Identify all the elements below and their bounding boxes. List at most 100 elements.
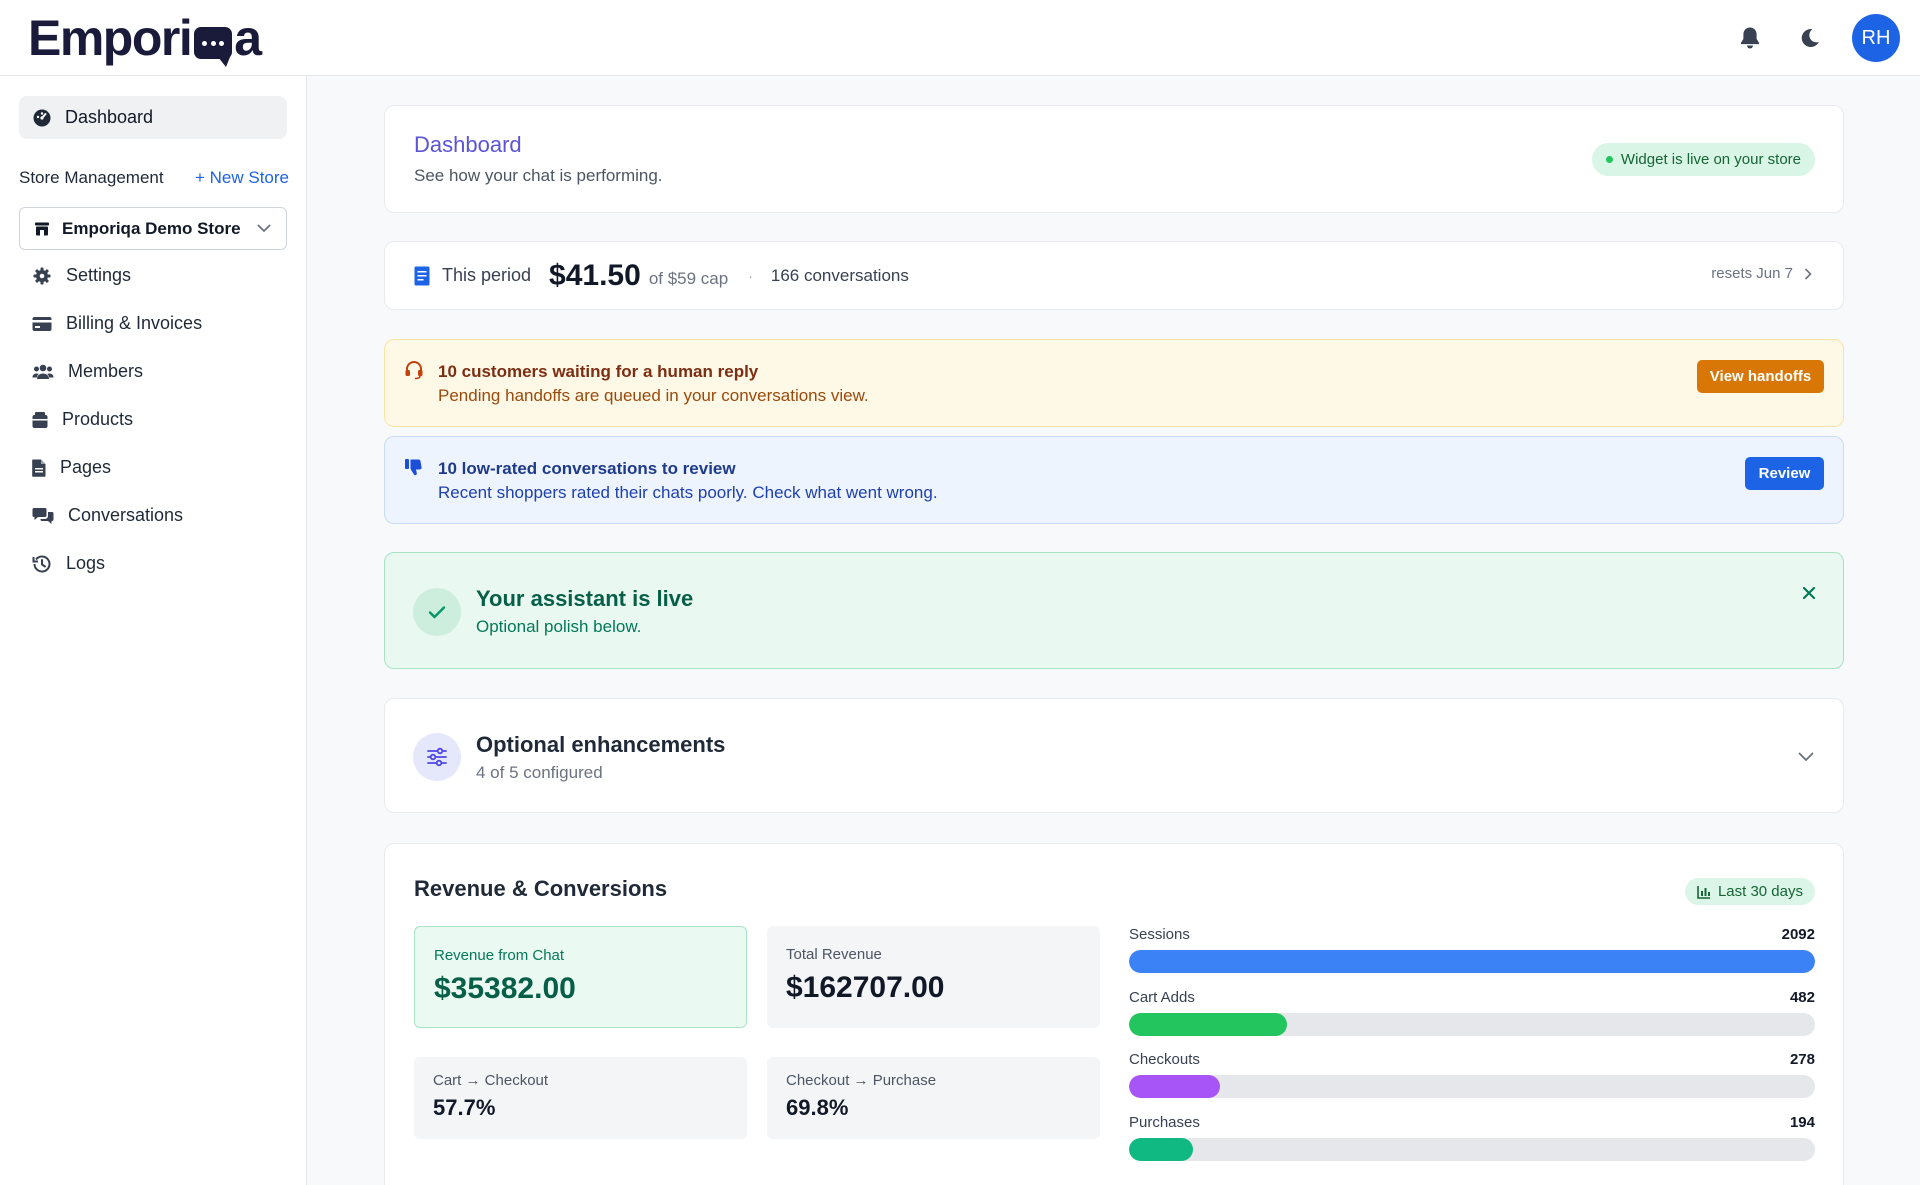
sidebar-item-label: Dashboard: [65, 107, 154, 127]
alert-text: Recent shoppers rated their chats poorly…: [438, 483, 938, 502]
logo-text-left: Empori: [28, 10, 193, 66]
period-amount: $41.50: [549, 258, 641, 292]
conversation-count: 166 conversations: [770, 265, 909, 285]
status-badge-text: Widget is live on your store: [1620, 151, 1801, 168]
separator: ·: [748, 267, 753, 284]
sidebar-item-label: Products: [62, 409, 134, 429]
sidebar-item-logs[interactable]: Logs: [32, 553, 105, 574]
new-store-link[interactable]: + New Store: [195, 168, 289, 188]
review-button[interactable]: Review: [1745, 457, 1824, 490]
resets-link[interactable]: resets Jun 7: [1711, 265, 1813, 282]
page-subtitle: See how your chat is performing.: [414, 166, 663, 185]
period-cap: of $59 cap: [648, 268, 729, 288]
box-icon: [32, 411, 48, 428]
sidebar-item-dashboard[interactable]: Dashboard: [19, 96, 287, 139]
date-range-badge[interactable]: Last 30 days: [1684, 878, 1815, 905]
funnel-value: 278: [1789, 1051, 1815, 1068]
moon-icon[interactable]: [1792, 20, 1828, 56]
kpi-revenue-from-chat: Revenue from Chat $35382.00: [414, 926, 747, 1028]
kpi-total-revenue: Total Revenue $162707.00: [767, 926, 1100, 1028]
bell-icon[interactable]: [1732, 20, 1768, 56]
gauge-icon: [33, 109, 51, 126]
receipt-icon: [414, 266, 430, 285]
sidebar-item-products[interactable]: Products: [32, 409, 133, 430]
funnel-label: Checkouts: [1129, 1051, 1200, 1068]
funnel-bar: [1129, 1075, 1221, 1098]
check-icon: [413, 588, 461, 636]
banner-subtitle: Optional polish below.: [476, 617, 642, 636]
chevron-down-icon[interactable]: [1795, 745, 1817, 767]
sidebar-item-label: Billing & Invoices: [66, 313, 203, 333]
kpi-value: $162707.00: [786, 971, 945, 1004]
kpi-value: 57.7%: [433, 1095, 496, 1120]
resets-text: resets Jun 7: [1711, 265, 1793, 282]
status-dot-icon: [1605, 156, 1613, 163]
sidebar-item-label: Members: [68, 361, 144, 381]
banner-title: Your assistant is live: [476, 586, 694, 611]
kpi-checkout-to-purchase: Checkout → Purchase 69.8%: [767, 1057, 1100, 1139]
users-icon: [32, 364, 54, 379]
sliders-icon: [413, 733, 461, 781]
dashboard-header-card: Dashboard See how your chat is performin…: [384, 105, 1844, 213]
funnel-value: 2092: [1781, 926, 1815, 943]
funnel-label: Cart Adds: [1129, 989, 1195, 1006]
selected-store: Emporiqa Demo Store: [62, 218, 241, 238]
assistant-live-banner: Your assistant is live Optional polish b…: [384, 552, 1844, 669]
funnel-bar: [1129, 1138, 1193, 1161]
top-bar: Empori a RH: [0, 0, 1920, 76]
chat-bubble-icon: [194, 27, 233, 67]
sidebar-item-settings[interactable]: Settings: [32, 265, 131, 286]
headset-icon: [405, 361, 423, 380]
optional-enhancements-panel[interactable]: Optional enhancements 4 of 5 configured: [384, 698, 1844, 813]
store-icon: [35, 222, 49, 235]
alert-title: 10 low-rated conversations to review: [438, 459, 736, 478]
chevron-right-icon: [1804, 267, 1812, 280]
sidebar-item-billing[interactable]: Billing & Invoices: [32, 313, 202, 334]
chart-icon: [1697, 885, 1710, 899]
revenue-conversions-card: Revenue & Conversions Last 30 days Reven…: [384, 843, 1844, 1185]
kpi-value: 69.8%: [786, 1095, 849, 1120]
logo-text-right: a: [234, 10, 262, 66]
section-title: Revenue & Conversions: [414, 876, 668, 901]
sidebar: Dashboard Store Management + New Store E…: [0, 76, 307, 1185]
view-handoffs-button[interactable]: View handoffs: [1697, 360, 1824, 393]
funnel-label: Sessions: [1129, 926, 1190, 943]
credit-card-icon: [32, 316, 52, 331]
store-management-header: Store Management + New Store: [19, 168, 289, 188]
page-title: Dashboard: [414, 132, 522, 157]
panel-title: Optional enhancements: [476, 732, 726, 757]
sidebar-item-members[interactable]: Members: [32, 361, 143, 382]
kpi-value: $35382.00: [434, 972, 576, 1005]
kpi-label: Revenue from Chat: [434, 947, 565, 964]
thumbs-down-icon: [405, 459, 422, 476]
status-badge: Widget is live on your store: [1591, 143, 1815, 176]
billing-period-card: This period $41.50 of $59 cap · 166 conv…: [384, 241, 1844, 310]
sidebar-item-label: Logs: [66, 553, 106, 573]
date-range-text: Last 30 days: [1717, 883, 1803, 900]
sidebar-item-conversations[interactable]: Conversations: [32, 505, 183, 526]
alert-title: 10 customers waiting for a human reply: [438, 362, 759, 381]
sidebar-item-label: Conversations: [68, 505, 184, 525]
gear-icon: [33, 267, 51, 284]
low-rated-alert: 10 low-rated conversations to review Rec…: [384, 436, 1844, 524]
funnel-bar: [1129, 950, 1815, 973]
sidebar-item-label: Settings: [66, 265, 132, 285]
kpi-label: Checkout → Purchase: [786, 1072, 937, 1089]
alert-text: Pending handoffs are queued in your conv…: [438, 386, 869, 405]
store-selector[interactable]: Emporiqa Demo Store: [19, 207, 287, 250]
kpi-label: Total Revenue: [786, 946, 882, 963]
kpi-label: Cart → Checkout: [433, 1072, 549, 1089]
handoff-alert: 10 customers waiting for a human reply P…: [384, 339, 1844, 427]
section-title: Store Management: [19, 168, 164, 187]
funnel-track: [1129, 1013, 1815, 1036]
funnel-bar: [1129, 1013, 1288, 1036]
logo[interactable]: Empori a: [28, 10, 262, 67]
funnel-value: 482: [1789, 989, 1815, 1006]
sidebar-item-label: Pages: [60, 457, 112, 477]
avatar[interactable]: RH: [1852, 14, 1900, 62]
sidebar-item-pages[interactable]: Pages: [32, 457, 111, 478]
close-icon[interactable]: [1801, 585, 1817, 601]
chat-bubbles-icon: [32, 507, 54, 524]
panel-subtitle: 4 of 5 configured: [476, 763, 603, 782]
funnel-track: [1129, 1075, 1815, 1098]
